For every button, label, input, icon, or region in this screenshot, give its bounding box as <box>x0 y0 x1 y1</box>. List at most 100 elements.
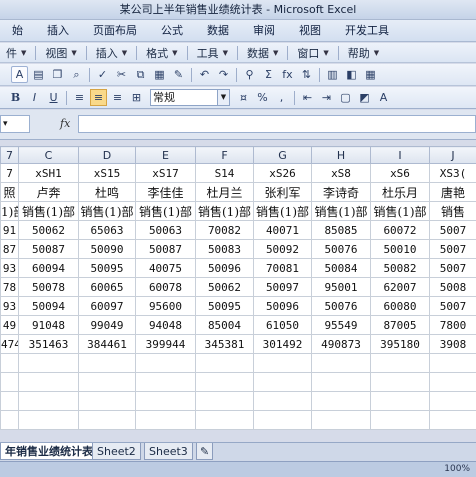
cell[interactable] <box>370 372 430 392</box>
cell[interactable]: 7 <box>0 163 19 183</box>
menu-review[interactable]: 审阅 <box>241 20 287 42</box>
align-center-icon[interactable]: ≡ <box>90 89 107 106</box>
cell[interactable] <box>78 353 136 373</box>
cell[interactable]: 395180 <box>370 334 430 354</box>
preview-icon[interactable]: ⌕ <box>68 66 85 83</box>
cell[interactable]: 93 <box>0 258 19 278</box>
sort-icon[interactable]: ⇅ <box>298 66 315 83</box>
cell[interactable]: 50083 <box>195 239 254 259</box>
cell[interactable]: 销售(1)部 <box>311 201 371 221</box>
cell[interactable]: 李佳佳 <box>135 182 196 202</box>
cell[interactable]: 49 <box>0 315 19 335</box>
tb-help-menu[interactable]: 帮助 ▼ <box>342 43 385 63</box>
cell[interactable] <box>78 391 136 411</box>
cell[interactable]: 杜月兰 <box>195 182 254 202</box>
cell[interactable] <box>429 372 476 392</box>
tb-window-menu[interactable]: 窗口 ▼ <box>291 43 334 63</box>
decrease-indent-icon[interactable]: ⇤ <box>299 89 316 106</box>
cell[interactable] <box>370 353 430 373</box>
format-icon[interactable]: A <box>11 66 28 83</box>
cell[interactable]: 399944 <box>135 334 196 354</box>
align-left-icon[interactable]: ≡ <box>71 89 88 106</box>
cell[interactable]: 60065 <box>78 277 136 297</box>
cell[interactable]: 销售(1)部 <box>78 201 136 221</box>
insert-sheet-icon[interactable]: ✎ <box>196 443 214 460</box>
cell[interactable]: 95549 <box>311 315 371 335</box>
cell[interactable]: 50078 <box>18 277 79 297</box>
cell[interactable] <box>0 353 19 373</box>
cell[interactable] <box>195 391 254 411</box>
cell[interactable]: 5007 <box>429 220 476 240</box>
cut-icon[interactable]: ✂ <box>113 66 130 83</box>
cell[interactable]: XS3( <box>429 163 476 183</box>
cell[interactable]: 60097 <box>78 296 136 316</box>
cell[interactable] <box>0 372 19 392</box>
cell[interactable]: S14 <box>195 163 254 183</box>
cell[interactable]: 5007 <box>429 258 476 278</box>
cell[interactable] <box>311 410 371 430</box>
cell[interactable]: 91048 <box>18 315 79 335</box>
cell[interactable]: 50095 <box>78 258 136 278</box>
cell[interactable]: 3908 <box>429 334 476 354</box>
cell[interactable]: 50082 <box>370 258 430 278</box>
redo-icon[interactable]: ↷ <box>215 66 232 83</box>
cell[interactable]: 唐艳 <box>429 182 476 202</box>
cell[interactable] <box>0 391 19 411</box>
column-header[interactable]: I <box>370 146 430 164</box>
column-header[interactable]: H <box>311 146 371 164</box>
cell[interactable]: 50095 <box>195 296 254 316</box>
menu-developer[interactable]: 开发工具 <box>333 20 401 42</box>
cell[interactable]: 销售(1)部 <box>135 201 196 221</box>
currency-icon[interactable]: ¤ <box>235 89 252 106</box>
cell[interactable]: 李诗奇 <box>311 182 371 202</box>
cell[interactable]: 5007 <box>429 296 476 316</box>
sheet-tab-sheet3[interactable]: Sheet3 <box>144 443 193 460</box>
cell[interactable]: 70081 <box>253 258 312 278</box>
cell[interactable] <box>195 372 254 392</box>
cell[interactable] <box>195 353 254 373</box>
cell[interactable]: xSH1 <box>18 163 79 183</box>
cell[interactable]: 351463 <box>18 334 79 354</box>
column-header[interactable]: C <box>18 146 79 164</box>
cell[interactable] <box>429 410 476 430</box>
tb-insert-menu[interactable]: 插入 ▼ <box>90 43 133 63</box>
column-header[interactable]: G <box>253 146 312 164</box>
cell[interactable]: 1)部 <box>0 201 19 221</box>
menu-home[interactable]: 始 <box>0 20 35 42</box>
font-color-icon[interactable]: A <box>375 89 392 106</box>
cell[interactable]: 60094 <box>18 258 79 278</box>
bold-button[interactable]: B <box>7 89 24 106</box>
column-header[interactable]: 7 <box>0 146 19 164</box>
cell[interactable]: 销售(1)部 <box>195 201 254 221</box>
cell[interactable] <box>253 372 312 392</box>
undo-icon[interactable]: ↶ <box>196 66 213 83</box>
copy-icon[interactable]: ❐ <box>49 66 66 83</box>
cell[interactable]: 87005 <box>370 315 430 335</box>
cell[interactable]: xS6 <box>370 163 430 183</box>
cell[interactable]: 50062 <box>18 220 79 240</box>
cell[interactable]: 60080 <box>370 296 430 316</box>
italic-button[interactable]: I <box>26 89 43 106</box>
number-format-select[interactable]: 常规 ▼ <box>150 89 230 106</box>
menu-data[interactable]: 数据 <box>195 20 241 42</box>
percent-icon[interactable]: % <box>254 89 271 106</box>
cell[interactable]: 60078 <box>135 277 196 297</box>
cell[interactable]: 40075 <box>135 258 196 278</box>
cell[interactable]: 50096 <box>253 296 312 316</box>
cell[interactable]: 50087 <box>135 239 196 259</box>
comma-icon[interactable]: , <box>273 89 290 106</box>
fill-color-icon[interactable]: ◩ <box>356 89 373 106</box>
zoom-level[interactable]: 100% <box>444 462 470 477</box>
cell[interactable]: 301492 <box>253 334 312 354</box>
cell[interactable] <box>195 410 254 430</box>
cell[interactable] <box>0 410 19 430</box>
cell[interactable]: 杜鸣 <box>78 182 136 202</box>
cell[interactable]: 杜乐月 <box>370 182 430 202</box>
cell[interactable]: 卢奔 <box>18 182 79 202</box>
cell[interactable]: 50084 <box>311 258 371 278</box>
cell[interactable] <box>135 410 196 430</box>
chart-icon[interactable]: ▥ <box>324 66 341 83</box>
cell[interactable]: 50087 <box>18 239 79 259</box>
cell[interactable] <box>311 391 371 411</box>
cell[interactable]: 93 <box>0 296 19 316</box>
